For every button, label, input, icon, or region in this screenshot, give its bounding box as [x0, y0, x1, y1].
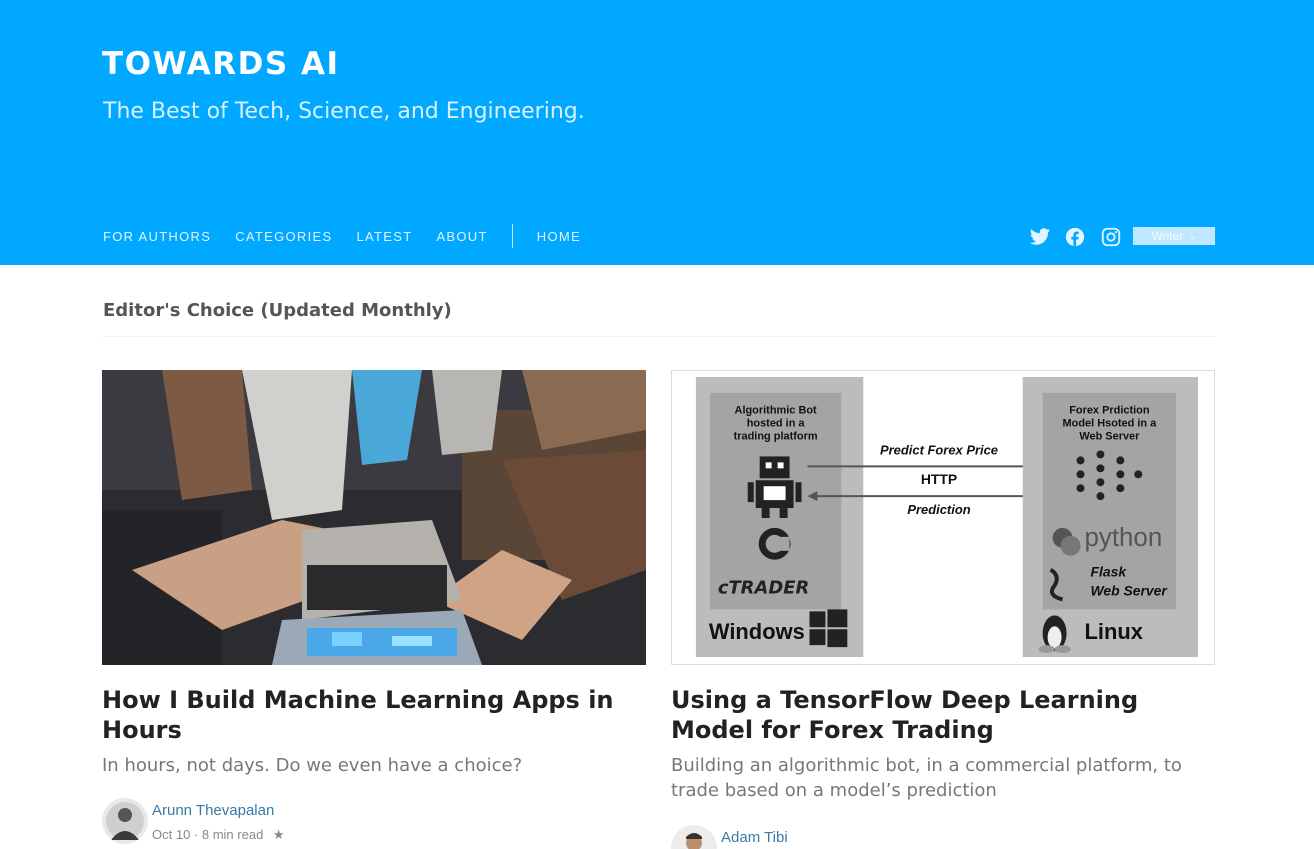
writer-label: Writer: [1151, 229, 1184, 243]
post-card: Algorithmic Bot hosted in a trading plat…: [671, 370, 1215, 849]
facebook-icon[interactable]: [1064, 226, 1086, 248]
meta-separator: ·: [193, 827, 202, 842]
post-title[interactable]: Using a TensorFlow Deep Learning Model f…: [671, 685, 1215, 745]
site-header: TOWARDS AI The Best of Tech, Science, an…: [0, 0, 1314, 265]
author-name[interactable]: Adam Tibi: [721, 829, 788, 846]
section-divider: [103, 336, 1214, 337]
windows-label: Windows: [709, 619, 805, 644]
left-box-title-3: trading platform: [734, 431, 818, 443]
nav-latest[interactable]: LATEST: [356, 229, 412, 244]
author-avatar[interactable]: [671, 825, 717, 849]
left-box-title-2: hosted in a: [747, 418, 806, 430]
nav-for-authors[interactable]: FOR AUTHORS: [103, 229, 211, 244]
post-title[interactable]: How I Build Machine Learning Apps in Hou…: [102, 685, 646, 745]
post-subtitle: Building an algorithmic bot, in a commer…: [671, 755, 1182, 801]
author-avatar[interactable]: [102, 798, 148, 844]
linux-label: Linux: [1084, 619, 1142, 644]
post-subtitle: In hours, not days. Do we even have a ch…: [102, 755, 523, 776]
post-meta: Oct 10 · 8 min read ★: [152, 827, 285, 843]
web-server-label: Web Server: [1090, 582, 1168, 598]
author-byline: Adam Tibi: [671, 825, 1215, 849]
post-date: Oct 10: [152, 827, 191, 842]
section-title: Editor's Choice (Updated Monthly): [103, 300, 452, 321]
author-byline: Arunn Thevapalan Oct 10 · 8 min read ★: [102, 798, 646, 848]
twitter-icon[interactable]: [1029, 226, 1051, 248]
csharp-icon: [758, 527, 791, 560]
author-name[interactable]: Arunn Thevapalan: [152, 802, 274, 819]
towards-ai-logo[interactable]: TOWARDS AI: [102, 44, 374, 80]
arrow-label-mid: HTTP: [921, 471, 957, 487]
nav-categories[interactable]: CATEGORIES: [235, 229, 332, 244]
ctrader-logo: cTRADER: [718, 578, 809, 599]
right-box-title-2: Model Hsoted in a: [1063, 418, 1158, 430]
python-label: python: [1084, 524, 1162, 552]
writer-dropdown-button[interactable]: Writer ⌄: [1133, 227, 1215, 245]
right-box-title-3: Web Server: [1079, 431, 1140, 443]
instagram-icon[interactable]: [1100, 226, 1122, 248]
main-nav: FOR AUTHORS CATEGORIES LATEST ABOUT HOME: [103, 221, 605, 251]
post-card: How I Build Machine Learning Apps in Hou…: [102, 370, 646, 848]
star-icon: ★: [272, 827, 285, 842]
post-thumbnail-diagram[interactable]: Algorithmic Bot hosted in a trading plat…: [671, 370, 1215, 665]
left-box-title-1: Algorithmic Bot: [735, 405, 818, 417]
right-box-title-1: Forex Prdiction: [1069, 405, 1149, 417]
nav-divider: [511, 224, 513, 248]
site-tagline: The Best of Tech, Science, and Engineeri…: [103, 99, 585, 124]
arrow-label-bottom: Prediction: [907, 502, 970, 517]
arrow-label-top: Predict Forex Price: [880, 442, 998, 457]
logo-text: TOWARDS AI: [102, 46, 340, 80]
post-thumbnail-image[interactable]: [102, 370, 646, 665]
nav-about[interactable]: ABOUT: [436, 229, 487, 244]
chevron-down-icon: ⌄: [1188, 230, 1197, 242]
flask-label: Flask: [1090, 564, 1127, 580]
nav-home[interactable]: HOME: [537, 229, 581, 244]
read-time: 8 min read: [201, 827, 264, 842]
